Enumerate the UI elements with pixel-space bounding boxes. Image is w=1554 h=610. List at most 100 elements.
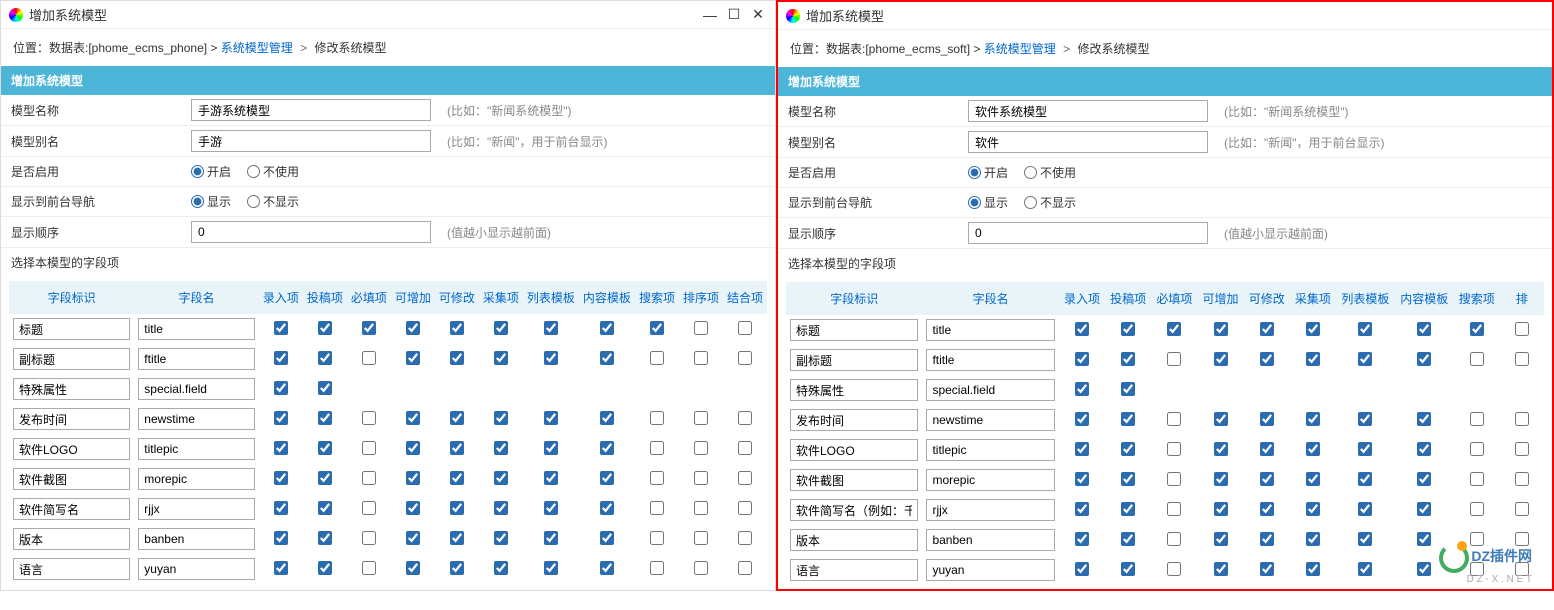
- field-name-input[interactable]: [138, 408, 255, 430]
- field-checkbox[interactable]: [1075, 382, 1089, 396]
- field-checkbox[interactable]: [274, 501, 288, 515]
- field-checkbox[interactable]: [274, 351, 288, 365]
- column-header-link[interactable]: 列表模板: [1341, 292, 1389, 306]
- field-checkbox[interactable]: [544, 531, 558, 545]
- field-checkbox[interactable]: [362, 321, 376, 335]
- field-checkbox[interactable]: [1121, 382, 1135, 396]
- field-checkbox[interactable]: [318, 351, 332, 365]
- field-checkbox[interactable]: [1417, 562, 1431, 576]
- column-header[interactable]: 采集项: [479, 281, 523, 314]
- model-name-input[interactable]: [968, 100, 1208, 122]
- column-header[interactable]: 可增加: [1197, 282, 1243, 315]
- column-header[interactable]: 搜索项: [635, 281, 679, 314]
- field-checkbox[interactable]: [1470, 322, 1484, 336]
- column-header-link[interactable]: 字段标识: [48, 291, 96, 305]
- field-checkbox[interactable]: [274, 321, 288, 335]
- field-checkbox[interactable]: [650, 531, 664, 545]
- field-checkbox[interactable]: [362, 531, 376, 545]
- field-checkbox[interactable]: [1306, 352, 1320, 366]
- column-header-link[interactable]: 录入项: [1064, 292, 1100, 306]
- field-name-input[interactable]: [926, 499, 1054, 521]
- field-checkbox[interactable]: [1417, 322, 1431, 336]
- field-checkbox[interactable]: [1358, 442, 1372, 456]
- field-checkbox[interactable]: [494, 501, 508, 515]
- column-header-link[interactable]: 字段标识: [830, 292, 878, 306]
- field-checkbox[interactable]: [1075, 412, 1089, 426]
- column-header[interactable]: 内容模板: [579, 281, 635, 314]
- enable-off-radio[interactable]: [1024, 166, 1037, 179]
- column-header-link[interactable]: 结合项: [727, 291, 763, 305]
- column-header-link[interactable]: 搜索项: [639, 291, 675, 305]
- field-checkbox[interactable]: [1470, 352, 1484, 366]
- field-checkbox[interactable]: [1121, 352, 1135, 366]
- field-checkbox[interactable]: [650, 321, 664, 335]
- field-checkbox[interactable]: [738, 471, 752, 485]
- model-name-input[interactable]: [191, 99, 431, 121]
- field-checkbox[interactable]: [1075, 562, 1089, 576]
- field-checkbox[interactable]: [1167, 352, 1181, 366]
- field-checkbox[interactable]: [1121, 472, 1135, 486]
- field-checkbox[interactable]: [1417, 532, 1431, 546]
- field-checkbox[interactable]: [1260, 562, 1274, 576]
- enable-on-radio[interactable]: [191, 165, 204, 178]
- field-checkbox[interactable]: [1470, 442, 1484, 456]
- field-id-input[interactable]: [790, 379, 918, 401]
- column-header[interactable]: 排序项: [679, 281, 723, 314]
- field-checkbox[interactable]: [274, 561, 288, 575]
- field-checkbox[interactable]: [406, 411, 420, 425]
- field-checkbox[interactable]: [1075, 322, 1089, 336]
- field-checkbox[interactable]: [600, 561, 614, 575]
- field-checkbox[interactable]: [1306, 502, 1320, 516]
- field-name-input[interactable]: [926, 409, 1054, 431]
- field-id-input[interactable]: [790, 529, 918, 551]
- field-checkbox[interactable]: [1260, 442, 1274, 456]
- field-checkbox[interactable]: [738, 561, 752, 575]
- field-checkbox[interactable]: [1167, 412, 1181, 426]
- column-header[interactable]: 可增加: [391, 281, 435, 314]
- field-checkbox[interactable]: [1260, 412, 1274, 426]
- field-id-input[interactable]: [790, 469, 918, 491]
- field-checkbox[interactable]: [600, 321, 614, 335]
- column-header[interactable]: 内容模板: [1395, 282, 1454, 315]
- field-checkbox[interactable]: [694, 561, 708, 575]
- field-checkbox[interactable]: [494, 531, 508, 545]
- column-header-link[interactable]: 内容模板: [583, 291, 631, 305]
- field-checkbox[interactable]: [1306, 472, 1320, 486]
- field-checkbox[interactable]: [1306, 442, 1320, 456]
- field-checkbox[interactable]: [362, 351, 376, 365]
- column-header[interactable]: 字段标识: [786, 282, 922, 315]
- field-checkbox[interactable]: [1417, 412, 1431, 426]
- column-header-link[interactable]: 可修改: [439, 291, 475, 305]
- field-id-input[interactable]: [13, 408, 130, 430]
- field-checkbox[interactable]: [1470, 502, 1484, 516]
- field-checkbox[interactable]: [650, 441, 664, 455]
- field-checkbox[interactable]: [1075, 532, 1089, 546]
- field-checkbox[interactable]: [1417, 472, 1431, 486]
- field-checkbox[interactable]: [600, 411, 614, 425]
- field-id-input[interactable]: [13, 348, 130, 370]
- field-checkbox[interactable]: [1306, 412, 1320, 426]
- field-checkbox[interactable]: [362, 471, 376, 485]
- column-header[interactable]: 字段标识: [9, 281, 134, 314]
- field-checkbox[interactable]: [650, 411, 664, 425]
- field-checkbox[interactable]: [494, 561, 508, 575]
- field-id-input[interactable]: [790, 319, 918, 341]
- field-checkbox[interactable]: [600, 351, 614, 365]
- field-name-input[interactable]: [138, 378, 255, 400]
- field-checkbox[interactable]: [406, 441, 420, 455]
- field-checkbox[interactable]: [1358, 532, 1372, 546]
- field-checkbox[interactable]: [406, 471, 420, 485]
- field-checkbox[interactable]: [1358, 472, 1372, 486]
- field-checkbox[interactable]: [318, 411, 332, 425]
- field-checkbox[interactable]: [318, 321, 332, 335]
- field-checkbox[interactable]: [738, 531, 752, 545]
- column-header-link[interactable]: 字段名: [973, 292, 1009, 306]
- field-checkbox[interactable]: [1167, 442, 1181, 456]
- field-checkbox[interactable]: [694, 501, 708, 515]
- column-header-link[interactable]: 投稿项: [1110, 292, 1146, 306]
- field-checkbox[interactable]: [1358, 562, 1372, 576]
- column-header-link[interactable]: 列表模板: [527, 291, 575, 305]
- field-checkbox[interactable]: [1214, 322, 1228, 336]
- field-checkbox[interactable]: [694, 441, 708, 455]
- column-header[interactable]: 采集项: [1290, 282, 1336, 315]
